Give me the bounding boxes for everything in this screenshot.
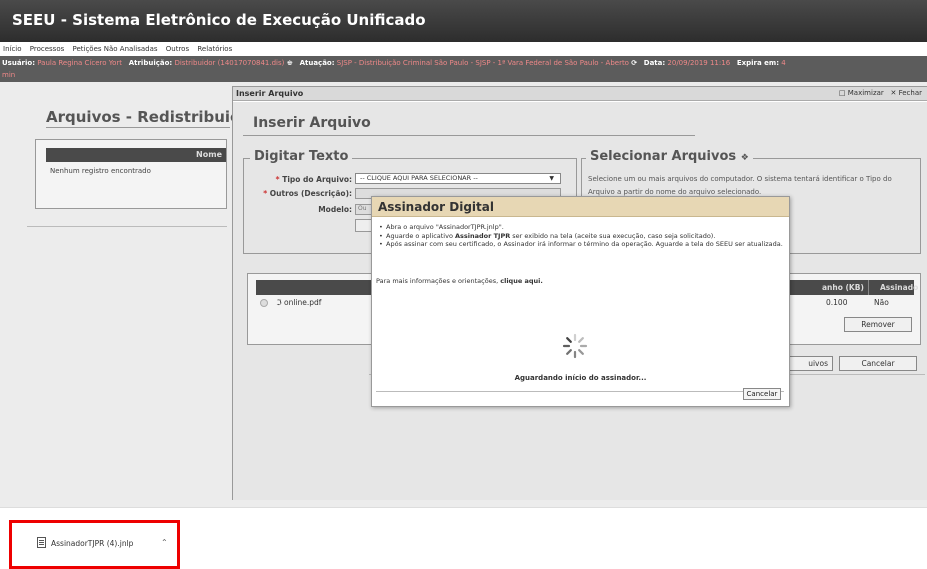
menu-item-processos[interactable]: Processos	[30, 42, 64, 56]
maximize-button[interactable]: Maximizar	[848, 89, 884, 97]
remove-button[interactable]: Remover	[844, 317, 912, 332]
column-signed[interactable]: Assinado	[880, 283, 918, 292]
file-signed: Não	[874, 298, 889, 307]
heading-divider	[243, 135, 695, 136]
title-divider	[46, 127, 230, 128]
dropdown-arrow-icon: ▼	[549, 175, 554, 182]
modal-divider	[376, 391, 784, 392]
loading-spinner-icon	[562, 333, 588, 359]
column-nome[interactable]: Nome	[196, 150, 222, 159]
table-header: Nome	[46, 148, 226, 162]
file-name: online.pdf	[284, 298, 322, 307]
menu-item-outros[interactable]: Outros	[166, 42, 189, 56]
modelo-label: Modelo:	[318, 205, 352, 214]
menu-item-peticoes[interactable]: Petições Não Analisadas	[72, 42, 157, 56]
close-button[interactable]: Fechar	[899, 89, 922, 97]
more-info-link[interactable]: clique aqui.	[500, 277, 543, 285]
help-icon[interactable]: ❖	[741, 153, 749, 163]
instruction-3: Após assinar com seu certificado, o Assi…	[378, 240, 786, 249]
menu-item-inicio[interactable]: Início	[3, 42, 22, 56]
app-header: SEEU - Sistema Eletrônico de Execução Un…	[0, 0, 927, 42]
selecionar-arquivos-legend: Selecionar Arquivos ❖	[586, 149, 753, 164]
screen: SEEU - Sistema Eletrônico de Execução Un…	[0, 0, 927, 569]
row-radio[interactable]	[260, 299, 268, 307]
more-info: Para mais informações e orientações, cli…	[376, 277, 543, 285]
usuario-value: Paula Regina Cícero Yort	[37, 59, 123, 67]
assinador-digital-modal: Assinador Digital Abra o arquivo "Assina…	[371, 196, 790, 407]
highlight-box	[9, 520, 180, 569]
user-info-bar: Usuário: Paula Regina Cícero Yort Atribu…	[0, 56, 927, 82]
expira-label: Expira em:	[736, 59, 780, 67]
modal-titlebar: Assinador Digital	[372, 197, 789, 217]
instruction-2: Aguarde o aplicativo Assinador TJPR ser …	[378, 232, 786, 241]
column-divider	[868, 280, 869, 295]
dialog-title: Inserir Arquivo	[236, 89, 304, 98]
close-icon[interactable]: ✕	[890, 89, 896, 97]
atribuicao-value[interactable]: Distribuidor (14017070841.dis)	[174, 59, 284, 67]
tipo-arquivo-label: * Tipo do Arquivo:	[275, 175, 352, 184]
cancel-button[interactable]: Cancelar	[839, 356, 917, 371]
attachment-icon: ℑ	[276, 298, 282, 307]
page-title: Arquivos - Redistribuição	[46, 108, 260, 126]
more-info-text: Para mais informações e orientações,	[376, 277, 499, 285]
outros-descricao-label: * Outros (Descrição):	[263, 189, 352, 198]
data-value: 20/09/2019 11:16	[667, 59, 731, 67]
divider	[27, 226, 227, 227]
instructions-list: Abra o arquivo "AssinadorTJPR.jnlp". Agu…	[378, 223, 786, 249]
expira-value: 4	[781, 59, 786, 67]
empty-message: Nenhum registro encontrado	[50, 167, 151, 175]
file-size: 0.100	[826, 298, 848, 307]
arquivos-button[interactable]: uivos	[787, 356, 833, 371]
atuacao-value[interactable]: SJSP - Distribuição Criminal São Paulo -…	[337, 59, 629, 67]
maximize-icon[interactable]: □	[839, 89, 846, 97]
status-text: Aguardando início do assinador...	[514, 374, 647, 382]
redistribution-table: Nome Nenhum registro encontrado	[35, 139, 227, 209]
refresh-icon[interactable]: ⟳	[631, 59, 637, 67]
usuario-label: Usuário:	[2, 59, 36, 67]
dialog-heading: Inserir Arquivo	[253, 115, 371, 131]
digitar-texto-legend: Digitar Texto	[250, 149, 353, 164]
expira-unit: min	[2, 71, 16, 79]
column-size[interactable]: anho (KB)	[822, 283, 864, 292]
modal-title: Assinador Digital	[378, 200, 494, 214]
dialog-titlebar[interactable]: Inserir Arquivo □ Maximizar ✕ Fechar	[233, 87, 927, 101]
app-title: SEEU - Sistema Eletrônico de Execução Un…	[12, 11, 426, 29]
people-icon[interactable]: ♚	[287, 59, 293, 67]
atribuicao-label: Atribuição:	[128, 59, 173, 67]
menu-item-relatorios[interactable]: Relatórios	[197, 42, 232, 56]
atuacao-label: Atuação:	[299, 59, 335, 67]
instruction-1: Abra o arquivo "AssinadorTJPR.jnlp".	[378, 223, 786, 232]
modal-cancel-button[interactable]: Cancelar	[743, 388, 781, 400]
tipo-arquivo-select[interactable]: -- CLIQUE AQUI PARA SELECIONAR -- ▼	[355, 173, 561, 184]
main-menu: Início Processos Petições Não Analisadas…	[0, 42, 927, 56]
data-label: Data:	[643, 59, 666, 67]
table-row[interactable]: ℑ online.pdf	[260, 298, 321, 307]
